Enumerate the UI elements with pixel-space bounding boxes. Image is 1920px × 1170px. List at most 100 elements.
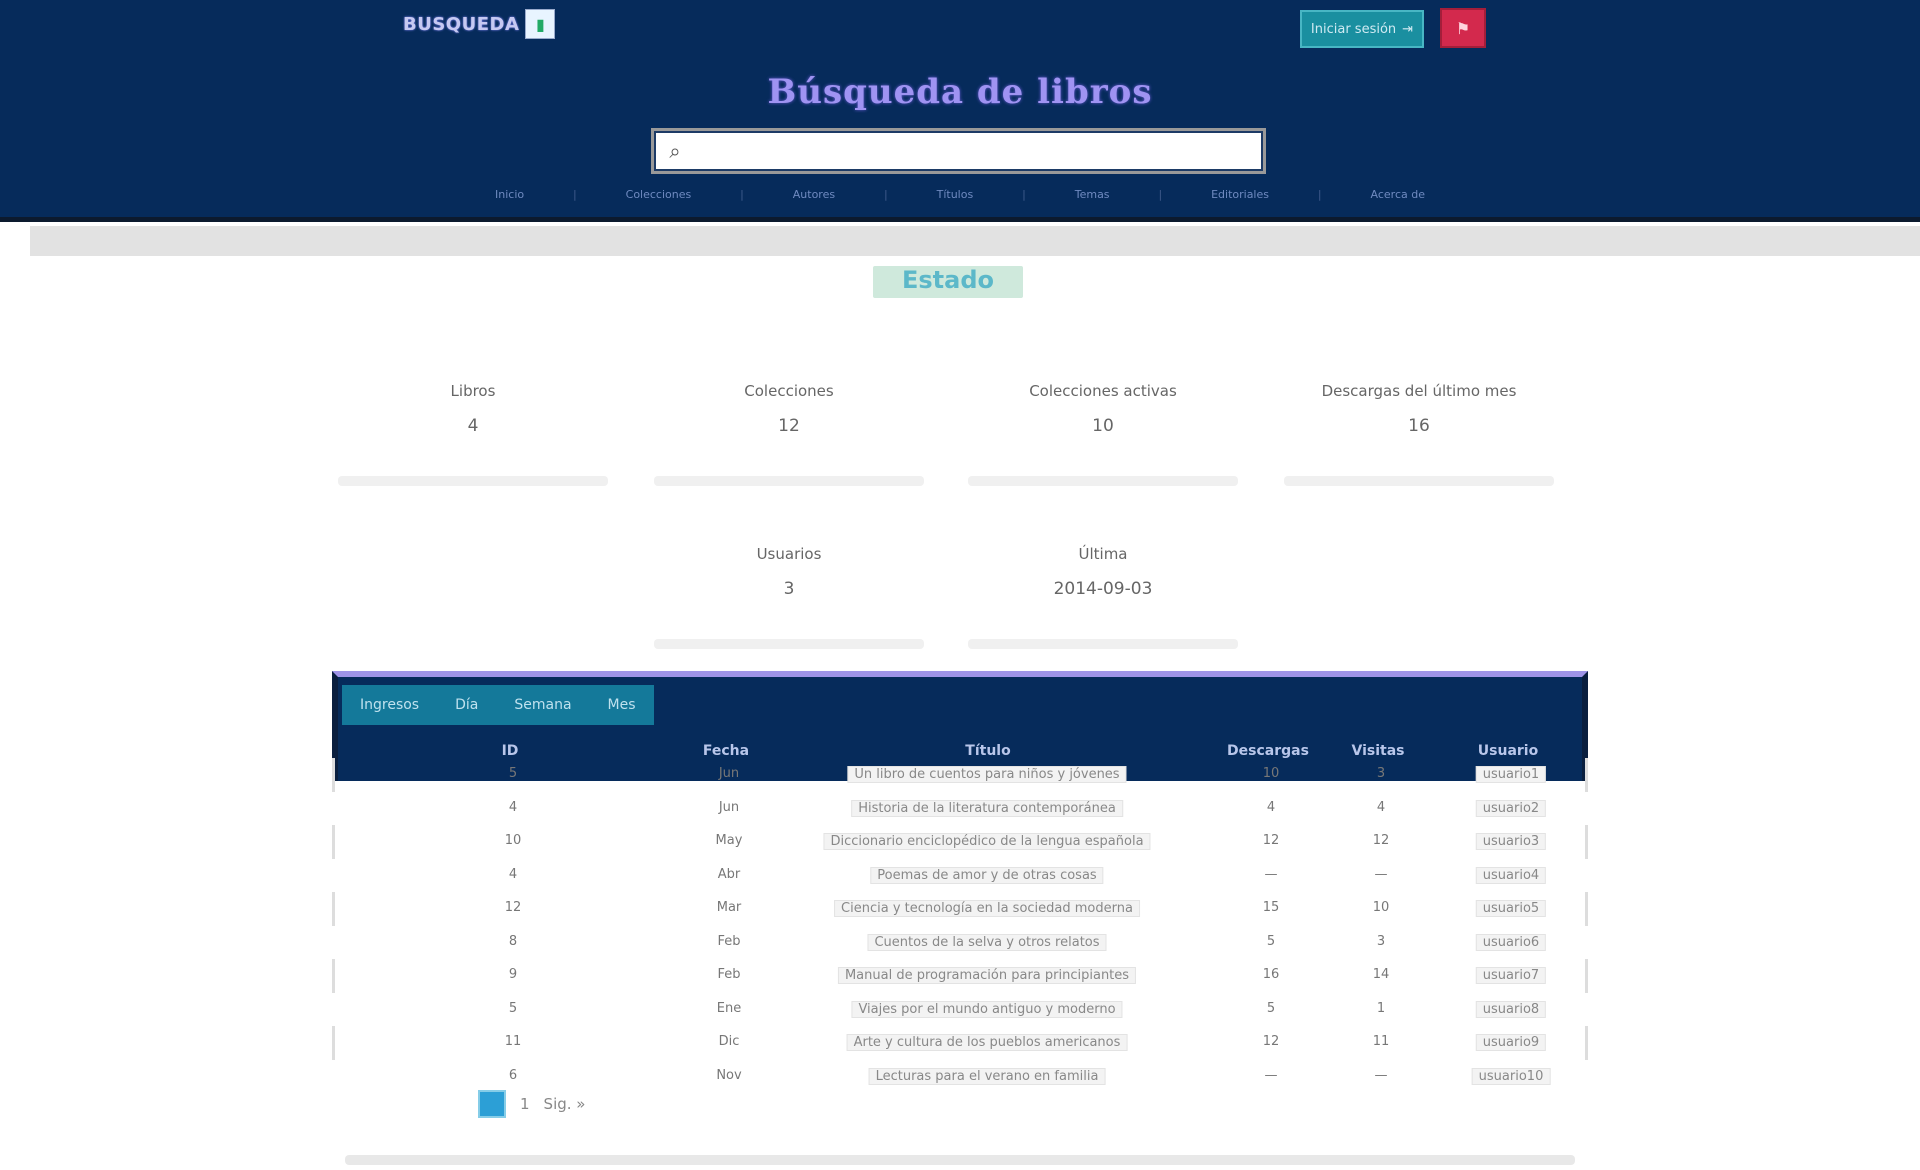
table-cell-id: 5 [508, 766, 518, 781]
table-cell-title[interactable]: Viajes por el mundo antiguo y moderno [851, 1000, 1123, 1018]
table-row[interactable]: 12 Mar Ciencia y tecnología en la sociedad… [332, 892, 1588, 926]
table-cell-visits: 3 [1376, 766, 1386, 781]
nav-link[interactable]: Títulos [937, 188, 974, 201]
stat-label: Colecciones [744, 382, 834, 400]
table-cell-title[interactable]: Lecturas para el verano en familia [868, 1067, 1106, 1085]
table-cell-downloads: — [1264, 866, 1278, 882]
header-shadow-band [30, 226, 1920, 256]
table-cell-user: usuario3 [1475, 833, 1547, 850]
stat-active-collections: Colecciones activas 10 [968, 382, 1238, 486]
table-cell-title[interactable]: Ciencia y tecnología en la sociedad mode… [834, 900, 1140, 917]
table-row[interactable]: 6 Nov Lecturas para el verano en familia — —… [332, 1060, 1588, 1094]
table-cell-user: usuario10 [1471, 1067, 1551, 1085]
table-cell-title[interactable]: Poemas de amor y de otras cosas [870, 866, 1104, 884]
tab-income[interactable]: Ingresos [342, 697, 437, 713]
table-cell-visits: — [1374, 1067, 1388, 1083]
table-cell-user: usuario9 [1475, 1034, 1547, 1051]
tab-week[interactable]: Semana [496, 697, 589, 713]
table-cell-title[interactable]: Diccionario enciclopédico de la lengua e… [823, 833, 1151, 850]
site-header: BUSQUEDA ▮ Iniciar sesión ⇥ ⚑ Búsqueda d… [0, 0, 1920, 222]
login-button[interactable]: Iniciar sesión ⇥ [1300, 10, 1424, 48]
table-cell-date: Feb [717, 967, 741, 982]
nav-separator: | [1022, 188, 1026, 201]
page-next-link[interactable]: Sig. » [544, 1095, 586, 1113]
nav-link[interactable]: Temas [1075, 188, 1110, 201]
table-cell-date: Ene [716, 1000, 742, 1016]
column-header[interactable]: Título [965, 743, 1010, 759]
search-input[interactable] [690, 133, 1263, 169]
nav-link[interactable]: Autores [793, 188, 835, 201]
table-cell-title[interactable]: Un libro de cuentos para niños y jóvenes [847, 766, 1127, 783]
column-header[interactable]: Descargas [1227, 743, 1309, 759]
book-icon: ▮ [525, 9, 556, 39]
table-cell-visits: 3 [1376, 933, 1386, 949]
nav-link[interactable]: Colecciones [626, 188, 692, 201]
stat-value: 2014-09-03 [1053, 579, 1153, 599]
table-cell-downloads: 15 [1262, 900, 1280, 915]
table-row[interactable]: 4 Abr Poemas de amor y de otras cosas — — usu… [332, 859, 1588, 893]
table-cell-downloads: 12 [1262, 1034, 1280, 1049]
table-cell-id: 10 [504, 833, 522, 848]
table-cell-visits: 14 [1372, 967, 1390, 982]
table-tabs: Ingresos Día Semana Mes [342, 685, 654, 725]
table-row[interactable]: 5 Ene Viajes por el mundo antiguo y modern… [332, 993, 1588, 1027]
login-label: Iniciar sesión [1310, 21, 1397, 37]
column-header[interactable]: ID [502, 743, 519, 759]
table-cell-title[interactable]: Historia de la literatura contemporánea [851, 799, 1123, 817]
login-icon: ⇥ [1402, 21, 1414, 37]
table-cell-visits: 11 [1372, 1034, 1390, 1049]
stat-value: 4 [467, 416, 479, 436]
table-cell-user: usuario7 [1475, 967, 1547, 984]
stat-divider [654, 639, 924, 649]
table-cell-id: 5 [508, 1000, 518, 1016]
pagination: 1 Sig. » [478, 1090, 585, 1118]
stat-downloads: Descargas del último mes 16 [1284, 382, 1554, 486]
nav-links: Inicio | Colecciones | Autores | Títulos… [495, 188, 1425, 201]
nav-separator: | [1317, 188, 1322, 201]
nav-link[interactable]: Acerca de [1371, 188, 1425, 201]
status-title: Estado [873, 266, 1023, 298]
table-body: 5 Jun Un libro de cuentos para niños y jóv… [332, 758, 1588, 1093]
table-cell-title[interactable]: Cuentos de la selva y otros relatos [867, 933, 1107, 951]
table-cell-user: usuario6 [1475, 933, 1547, 951]
stat-label: Usuarios [756, 545, 822, 563]
stat-divider [968, 476, 1238, 486]
table-cell-downloads: 10 [1262, 766, 1280, 781]
table-cell-visits: 4 [1376, 799, 1386, 815]
language-flag-button[interactable]: ⚑ [1440, 8, 1486, 48]
table-cell-date: Jun [718, 799, 740, 815]
stat-label: Libros [450, 382, 496, 400]
stat-users: Usuarios 3 [654, 545, 924, 649]
table-row[interactable]: 4 Jun Historia de la literatura contemporá… [332, 792, 1588, 826]
table-cell-date: May [715, 833, 743, 848]
page-current[interactable]: 1 [520, 1095, 530, 1113]
table-cell-id: 11 [504, 1034, 522, 1049]
table-row[interactable]: 8 Feb Cuentos de la selva y otros relatos 5… [332, 926, 1588, 960]
search-icon: ⌕ [669, 139, 681, 163]
column-header[interactable]: Fecha [703, 743, 749, 759]
table-row[interactable]: 10 May Diccionario enciclopédico de la len… [332, 825, 1588, 859]
stat-label: Colecciones activas [1029, 382, 1177, 400]
nav-link[interactable]: Editoriales [1211, 188, 1269, 201]
table-cell-id: 9 [508, 967, 518, 982]
column-header[interactable]: Visitas [1352, 743, 1405, 759]
table-row[interactable]: 5 Jun Un libro de cuentos para niños y jóv… [332, 758, 1588, 792]
table-cell-user: usuario4 [1475, 866, 1547, 884]
tab-month[interactable]: Mes [590, 697, 654, 713]
table-cell-title[interactable]: Manual de programación para principiante… [837, 967, 1137, 984]
table-cell-title[interactable]: Arte y cultura de los pueblos americanos [846, 1034, 1128, 1051]
table-row[interactable]: 9 Feb Manual de programación para principi… [332, 959, 1588, 993]
table-cell-date: Feb [717, 933, 741, 949]
page-first-button[interactable] [478, 1090, 506, 1118]
table-cell-date: Abr [717, 866, 741, 882]
site-title: Búsqueda de libros [767, 72, 1153, 112]
table-cell-id: 8 [508, 933, 518, 949]
site-logo[interactable]: BUSQUEDA ▮ [403, 9, 556, 39]
table-cell-downloads: 5 [1266, 933, 1276, 949]
table-row[interactable]: 11 Dic Arte y cultura de los pueblos ameri… [332, 1026, 1588, 1060]
nav-link[interactable]: Inicio [495, 188, 524, 201]
table-cell-downloads: 16 [1262, 967, 1280, 982]
column-header[interactable]: Usuario [1478, 743, 1538, 759]
tab-day[interactable]: Día [437, 697, 496, 713]
stat-value: 3 [783, 579, 795, 599]
